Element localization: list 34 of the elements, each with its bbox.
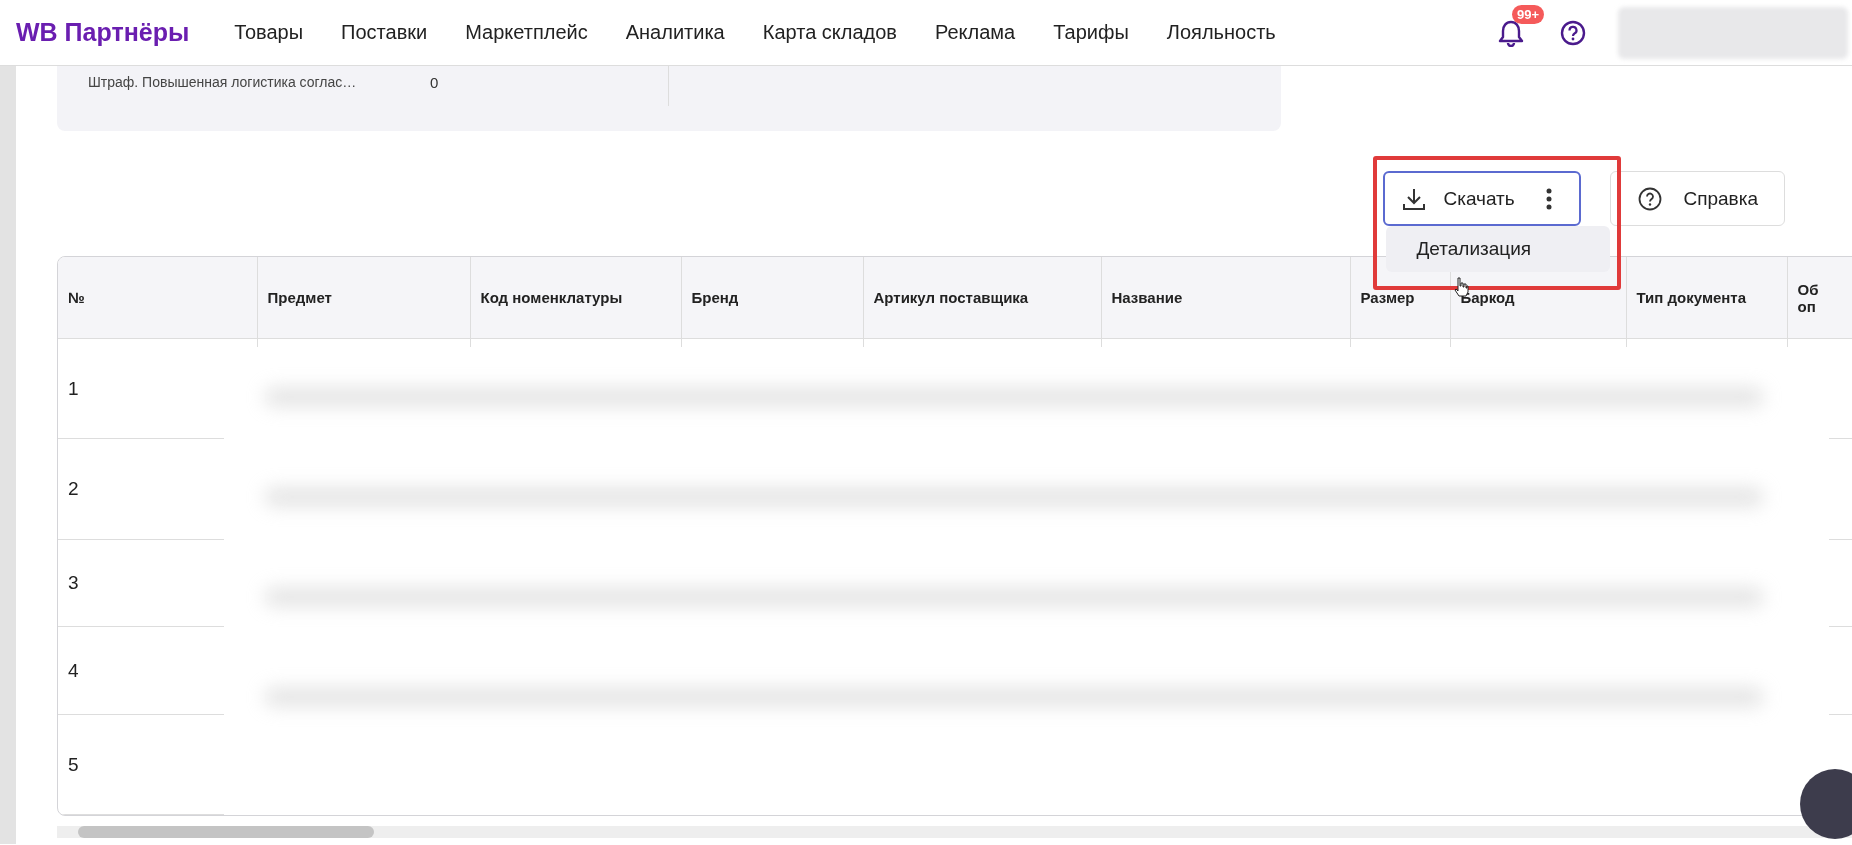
notification-badge: 99+ bbox=[1512, 4, 1545, 24]
horizontal-scrollbar[interactable] bbox=[57, 826, 1852, 838]
summary-label: Штраф. Повышенная логистика соглас… bbox=[88, 74, 358, 91]
row-number: 4 bbox=[68, 659, 79, 681]
nav-link[interactable]: Маркетплейс bbox=[465, 21, 588, 44]
summary-value: 0 bbox=[430, 74, 439, 91]
nav-link[interactable]: Аналитика bbox=[625, 21, 725, 44]
help-icon bbox=[1637, 185, 1664, 212]
column-header: Тип документа bbox=[1636, 289, 1747, 306]
column-header: № bbox=[68, 289, 85, 306]
nav-link[interactable]: Лояльность bbox=[1166, 21, 1276, 44]
column-header: Артикул поставщика bbox=[873, 289, 1029, 306]
row-number: 5 bbox=[68, 753, 79, 775]
logo[interactable]: WB Партнёры bbox=[16, 18, 190, 47]
column-header: Баркод bbox=[1460, 289, 1515, 306]
column-header: Код номенклатуры bbox=[480, 289, 623, 306]
nav-link[interactable]: Реклама bbox=[935, 21, 1016, 44]
menu-item[interactable]: Детализация bbox=[1386, 234, 1611, 264]
row-number: 3 bbox=[68, 572, 79, 593]
column-header: Об оп bbox=[1797, 280, 1820, 315]
more-icon[interactable] bbox=[1545, 186, 1554, 211]
row-number: 2 bbox=[68, 478, 79, 499]
nav-link[interactable]: Карта складов bbox=[762, 21, 897, 44]
help-icon[interactable] bbox=[1560, 19, 1586, 46]
column-header: Размер bbox=[1360, 289, 1415, 306]
column-header: Название bbox=[1111, 289, 1183, 306]
column-header: Предмет bbox=[267, 289, 332, 306]
nav-link[interactable]: Поставки bbox=[341, 21, 428, 44]
column-header: Бренд bbox=[691, 289, 739, 306]
nav-link[interactable]: Товары bbox=[234, 21, 304, 44]
help-button[interactable]: Справка bbox=[1610, 171, 1785, 226]
nav-link[interactable]: Тарифы bbox=[1053, 21, 1129, 44]
row-number: 1 bbox=[68, 377, 79, 399]
bell-icon[interactable] bbox=[1498, 18, 1524, 47]
